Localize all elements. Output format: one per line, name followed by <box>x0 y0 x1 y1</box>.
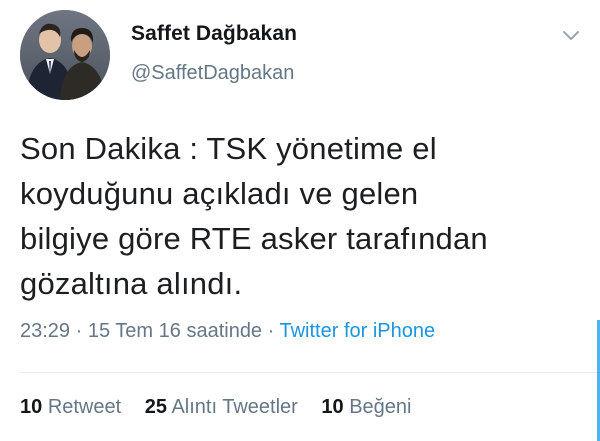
tweet-text-line: bilgiye göre RTE asker tarafından <box>20 221 488 256</box>
tweet-text: Son Dakika : TSK yönetime el koyduğunu a… <box>20 126 580 306</box>
tweet-stats: 10 Retweet 25 Alıntı Tweetler 10 Beğeni <box>20 396 429 419</box>
meta-separator: · <box>75 320 83 342</box>
quote-count-number: 25 <box>144 396 167 418</box>
quote-count-label: Alıntı Tweetler <box>171 396 298 418</box>
meta-separator: · <box>267 320 275 342</box>
chevron-down-icon[interactable] <box>560 24 582 46</box>
tweet-source-link[interactable]: Twitter for iPhone <box>280 320 436 342</box>
divider <box>20 372 600 373</box>
retweet-count[interactable]: 10 Retweet <box>20 396 121 419</box>
display-name[interactable]: Saffet Dağbakan <box>131 22 297 46</box>
screen-name[interactable]: @SaffetDagbakan <box>131 62 297 85</box>
tweet-date[interactable]: 15 Tem 16 saatinde <box>88 320 262 342</box>
like-count[interactable]: 10 Beğeni <box>321 396 411 419</box>
tweet-metadata: 23:29 · 15 Tem 16 saatinde · Twitter for… <box>20 320 435 343</box>
retweet-count-number: 10 <box>20 396 43 418</box>
like-count-number: 10 <box>321 396 344 418</box>
tweet-text-line: koyduğunu açıkladı ve gelen <box>20 176 419 211</box>
avatar[interactable] <box>20 10 110 100</box>
quote-count[interactable]: 25 Alıntı Tweetler <box>145 396 298 419</box>
tweet-text-line: gözaltına alındı. <box>20 266 243 301</box>
tweet-card: Saffet Dağbakan @SaffetDagbakan Son Daki… <box>0 0 600 441</box>
tweet-time[interactable]: 23:29 <box>20 320 70 342</box>
user-info[interactable]: Saffet Dağbakan @SaffetDagbakan <box>131 22 297 85</box>
like-count-label: Beğeni <box>349 396 412 418</box>
tweet-text-line: Son Dakika : TSK yönetime el <box>20 131 437 166</box>
retweet-count-label: Retweet <box>47 396 122 418</box>
avatar-photo-icon <box>20 10 110 100</box>
